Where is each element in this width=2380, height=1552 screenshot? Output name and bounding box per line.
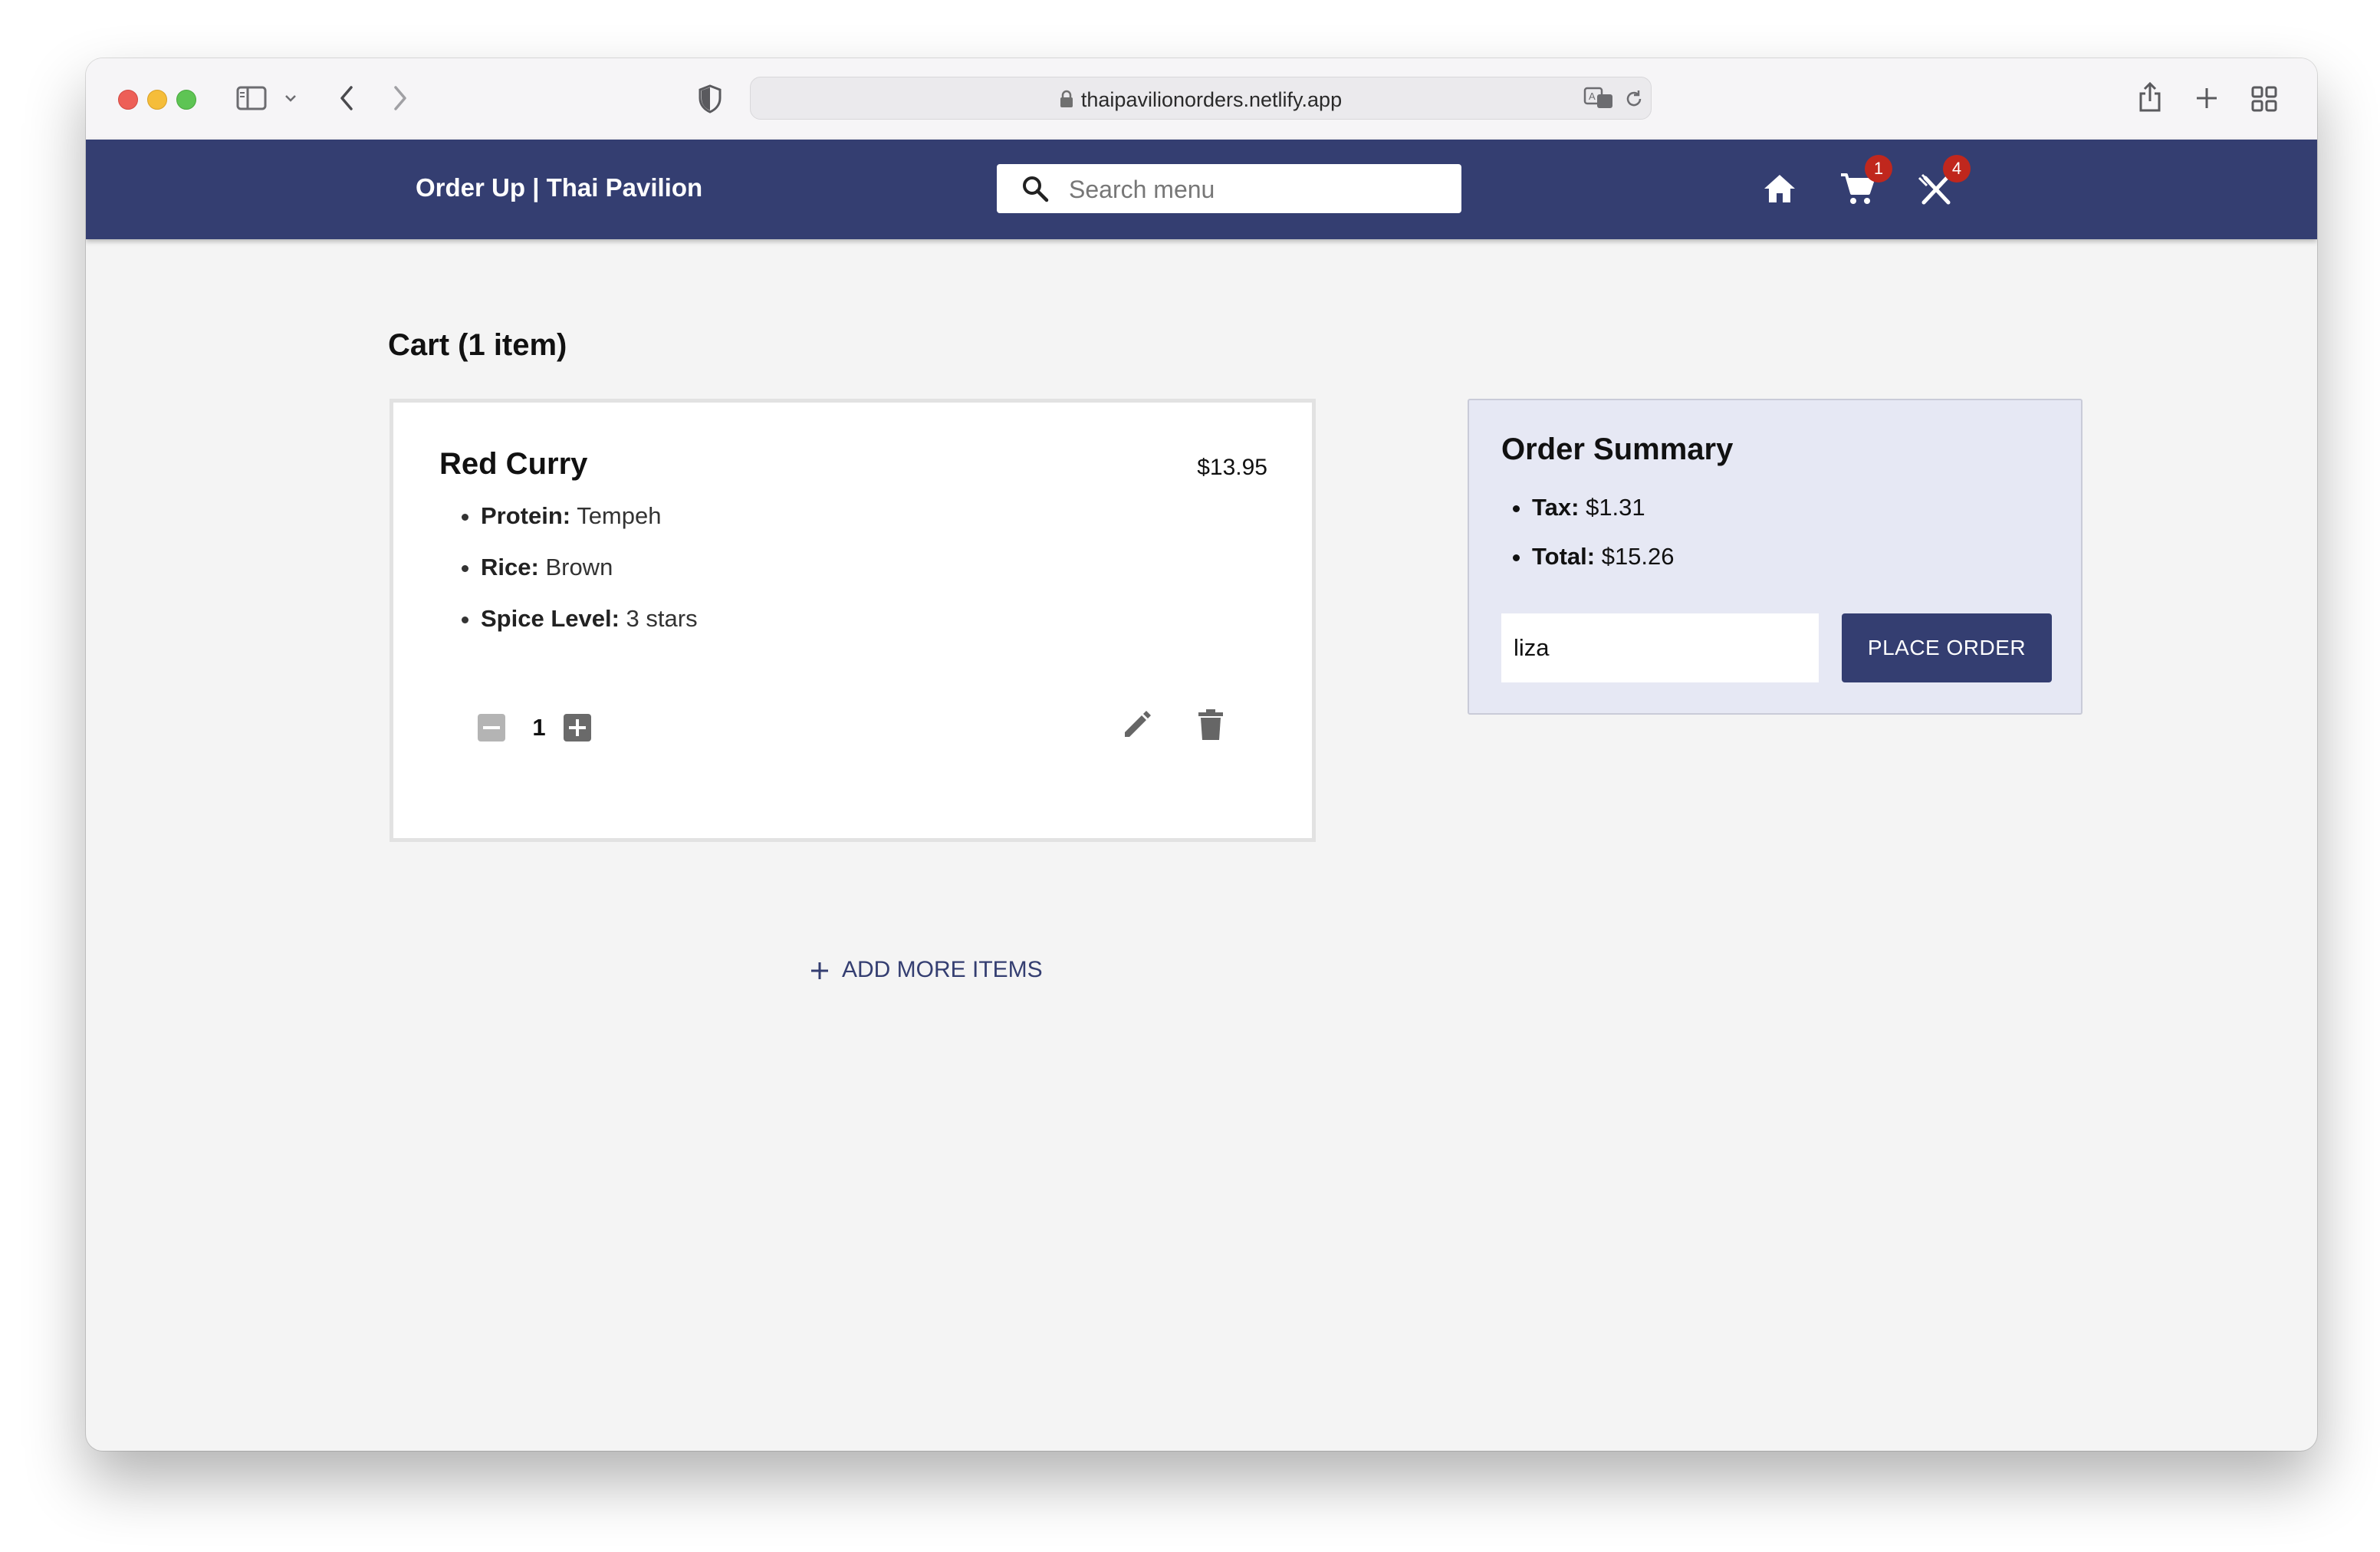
reload-icon[interactable] xyxy=(1623,88,1645,110)
svg-text:A: A xyxy=(1589,90,1596,102)
home-icon xyxy=(1764,175,1795,202)
home-button[interactable] xyxy=(1759,170,1800,209)
option-label: Rice: xyxy=(481,554,539,580)
option-label: Spice Level: xyxy=(481,605,620,632)
summary-label: Total: xyxy=(1532,543,1596,570)
list-item: Spice Level: 3 stars xyxy=(481,603,698,655)
order-summary-panel: Order Summary Tax: $1.31 Total: $15.26 P… xyxy=(1468,399,2082,715)
search-input[interactable] xyxy=(1067,170,1446,209)
lock-icon xyxy=(1060,90,1073,107)
order-summary-title: Order Summary xyxy=(1501,432,1734,466)
item-name: Red Curry xyxy=(439,447,588,481)
search-icon xyxy=(1023,176,1049,202)
cart-item-card: Red Curry $13.95 Protein: Tempeh Rice: B… xyxy=(390,399,1316,842)
increase-quantity-button[interactable] xyxy=(564,714,591,741)
brand-title[interactable]: Order Up | Thai Pavilion xyxy=(416,173,702,202)
translate-icon[interactable]: A xyxy=(1583,87,1614,110)
cart-button[interactable]: 1 xyxy=(1837,155,1892,209)
summary-list: Tax: $1.31 Total: $15.26 xyxy=(1501,492,1675,590)
chevron-down-icon[interactable] xyxy=(284,94,298,103)
remove-icon xyxy=(483,726,500,729)
list-item: Rice: Brown xyxy=(481,552,698,603)
plus-icon xyxy=(811,962,828,979)
customer-name-input[interactable] xyxy=(1501,613,1819,682)
tax-value: $1.31 xyxy=(1586,494,1645,521)
share-icon[interactable] xyxy=(2138,80,2162,113)
option-label: Protein: xyxy=(481,502,571,529)
decrease-quantity-button[interactable] xyxy=(478,714,505,741)
app-navbar: Order Up | Thai Pavilion 1 xyxy=(86,140,2317,239)
list-item: Protein: Tempeh xyxy=(481,501,698,552)
url-text: thaipavilionorders.netlify.app xyxy=(1080,88,1343,111)
add-more-items-button[interactable]: ADD MORE ITEMS xyxy=(810,957,1043,983)
list-item: Tax: $1.31 xyxy=(1532,492,1675,541)
orders-button[interactable]: 4 xyxy=(1915,155,1971,209)
search-box[interactable] xyxy=(997,164,1461,213)
total-value: $15.26 xyxy=(1601,543,1675,570)
minimize-window-button[interactable] xyxy=(147,90,167,110)
new-tab-icon[interactable] xyxy=(2194,86,2219,110)
cart-count-badge: 1 xyxy=(1865,155,1892,182)
summary-label: Tax: xyxy=(1532,494,1580,521)
edit-icon[interactable] xyxy=(1120,708,1154,741)
delete-icon[interactable] xyxy=(1197,708,1225,741)
orders-count-badge: 4 xyxy=(1943,155,1971,182)
option-value: Tempeh xyxy=(577,502,662,529)
zoom-window-button[interactable] xyxy=(176,90,196,110)
list-item: Total: $15.26 xyxy=(1532,541,1675,590)
tab-overview-icon[interactable] xyxy=(2251,86,2277,112)
add-more-label: ADD MORE ITEMS xyxy=(842,957,1043,982)
option-value: Brown xyxy=(545,554,613,580)
back-icon[interactable] xyxy=(337,84,356,112)
quantity-value: 1 xyxy=(532,714,546,741)
place-order-button[interactable]: PLACE ORDER xyxy=(1842,613,2052,682)
close-window-button[interactable] xyxy=(118,90,138,110)
sidebar-icon[interactable] xyxy=(236,86,267,110)
browser-window: thaipavilionorders.netlify.app A Order U… xyxy=(86,58,2317,1451)
cart-title: Cart (1 item) xyxy=(388,328,567,362)
shield-icon[interactable] xyxy=(698,84,722,113)
add-icon-vertical xyxy=(576,719,579,736)
option-value: 3 stars xyxy=(626,605,698,632)
address-bar[interactable]: thaipavilionorders.netlify.app A xyxy=(750,77,1652,120)
url-display[interactable]: thaipavilionorders.netlify.app xyxy=(751,88,1651,112)
item-price: $13.95 xyxy=(1197,455,1267,480)
forward-icon[interactable] xyxy=(391,84,409,112)
item-options-list: Protein: Tempeh Rice: Brown Spice Level:… xyxy=(453,501,698,655)
browser-toolbar: thaipavilionorders.netlify.app A xyxy=(86,58,2317,140)
